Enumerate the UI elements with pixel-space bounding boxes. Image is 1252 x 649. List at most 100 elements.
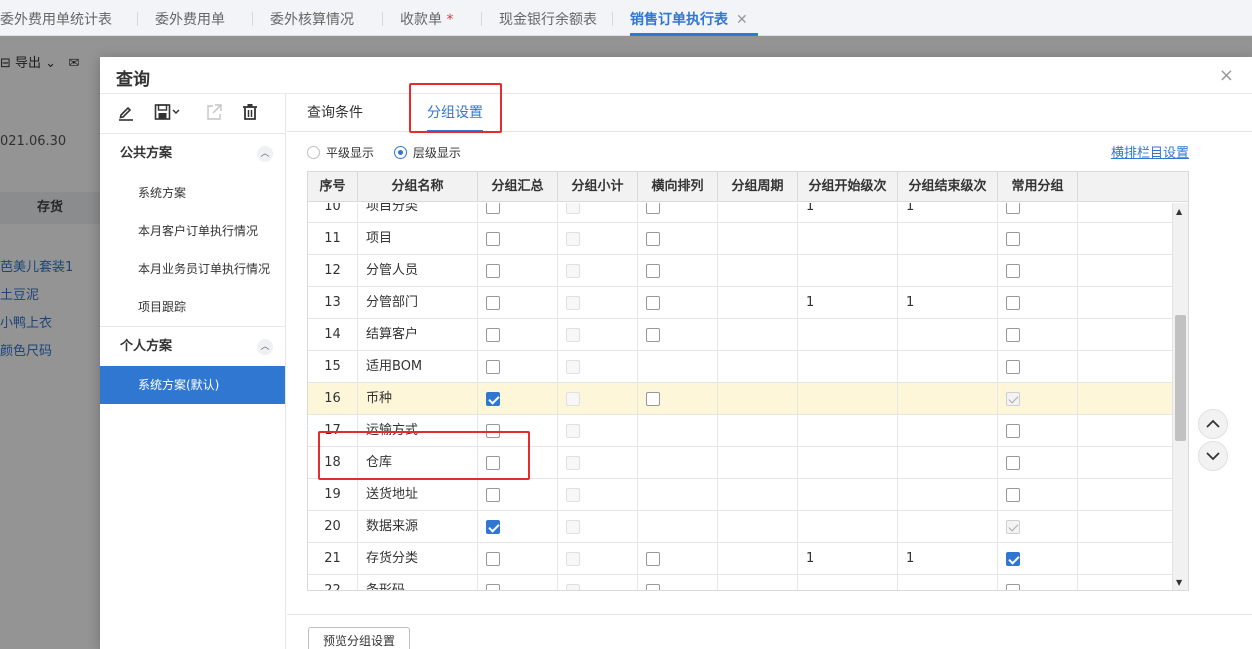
group-subtotal-checkbox-cell <box>558 447 638 479</box>
save-icon[interactable] <box>154 103 182 126</box>
horizontal-arrange-checkbox[interactable] <box>646 203 660 214</box>
group-end-level: 1 <box>906 295 915 310</box>
scroll-thumb[interactable] <box>1175 315 1186 441</box>
group-start-level-cell: 1 <box>798 203 898 223</box>
common-group-checkbox-cell <box>998 255 1078 287</box>
group-start-level-cell <box>798 511 898 543</box>
scheme-item[interactable]: 项目跟踪 <box>100 288 285 326</box>
common-group-checkbox-cell <box>998 319 1078 351</box>
table-row[interactable]: 12 分管人员 <box>308 255 1188 287</box>
group-sum-checkbox[interactable] <box>486 296 500 310</box>
table-row[interactable]: 20 数据来源 <box>308 511 1188 543</box>
scheme-item-default[interactable]: 系统方案(默认) <box>100 366 285 404</box>
table-row[interactable]: 19 送货地址 <box>308 479 1188 511</box>
collapse-chevron-icon[interactable]: ︿ <box>257 146 273 162</box>
common-group-checkbox[interactable] <box>1006 488 1020 502</box>
collapse-chevron-icon[interactable]: ︿ <box>257 339 273 355</box>
radio-flat[interactable] <box>307 146 320 159</box>
close-tab-icon[interactable]: ✕ <box>736 12 748 28</box>
common-group-checkbox[interactable] <box>1006 424 1020 438</box>
preview-group-settings-button[interactable]: 预览分组设置 <box>308 627 411 649</box>
share-icon[interactable] <box>206 103 222 126</box>
tab-outsourcing-accounting[interactable]: 委外核算情况 <box>252 0 354 36</box>
group-period-cell <box>718 255 798 287</box>
scroll-down-icon[interactable]: ▼ <box>1176 578 1182 587</box>
table-row[interactable]: 14 结算客户 <box>308 319 1188 351</box>
tab-outsourcing-fee-stats[interactable]: 委外费用单统计表 <box>0 0 112 36</box>
radio-level[interactable] <box>393 146 407 159</box>
group-sum-checkbox[interactable] <box>486 584 500 590</box>
group-subtotal-checkbox-cell <box>558 255 638 287</box>
header-cell: 分组名称 <box>358 172 478 202</box>
table-row[interactable]: 10 项目分类 1 1 <box>308 203 1188 223</box>
common-group-checkbox[interactable] <box>1006 360 1020 374</box>
group-sum-checkbox[interactable] <box>486 203 500 214</box>
group-end-level: 1 <box>906 551 915 566</box>
common-group-checkbox[interactable] <box>1006 328 1020 342</box>
group-start-level-cell <box>798 351 898 383</box>
tab-cash-bank-balance[interactable]: 现金银行余额表 <box>481 0 597 36</box>
group-sum-checkbox[interactable] <box>486 392 500 406</box>
horizontal-arrange-checkbox[interactable] <box>646 328 660 342</box>
scheme-item[interactable]: 本月客户订单执行情况 <box>100 212 285 250</box>
group-sum-checkbox[interactable] <box>486 328 500 342</box>
tab-query-conditions[interactable]: 查询条件 <box>307 94 363 132</box>
common-group-checkbox-cell <box>998 479 1078 511</box>
table-row[interactable]: 21 存货分类 1 1 <box>308 543 1188 575</box>
move-up-button[interactable] <box>1198 409 1228 439</box>
annotation-box <box>409 83 502 133</box>
group-period-cell <box>718 319 798 351</box>
row-number: 14 <box>324 327 341 342</box>
table-row[interactable]: 13 分管部门 1 1 <box>308 287 1188 319</box>
close-icon[interactable]: × <box>1219 65 1234 86</box>
horizontal-arrange-checkbox[interactable] <box>646 264 660 278</box>
horizontal-arrange-checkbox[interactable] <box>646 584 660 590</box>
horizontal-arrange-checkbox[interactable] <box>646 392 660 406</box>
group-start-level-cell <box>798 223 898 255</box>
delete-icon[interactable] <box>242 103 258 126</box>
vertical-scrollbar[interactable]: ▲ ▼ <box>1172 203 1188 590</box>
move-down-button[interactable] <box>1198 441 1228 471</box>
table-row[interactable]: 22 条形码 <box>308 575 1188 590</box>
tab-outsourcing-fee[interactable]: 委外费用单 <box>137 0 225 36</box>
scheme-item[interactable]: 本月业务员订单执行情况 <box>100 250 285 288</box>
horizontal-arrange-checkbox[interactable] <box>646 552 660 566</box>
table-row[interactable]: 11 项目 <box>308 223 1188 255</box>
group-start-level-cell <box>798 479 898 511</box>
group-subtotal-checkbox <box>566 392 580 406</box>
tab-receipt[interactable]: 收款单 * <box>382 0 453 36</box>
common-group-checkbox[interactable] <box>1006 456 1020 470</box>
scroll-up-icon[interactable]: ▲ <box>1176 207 1182 216</box>
common-group-checkbox[interactable] <box>1006 264 1020 278</box>
group-sum-checkbox[interactable] <box>486 552 500 566</box>
edit-icon[interactable] <box>118 103 134 126</box>
group-end-level-cell <box>898 223 998 255</box>
group-sum-checkbox[interactable] <box>486 488 500 502</box>
group-name: 项目分类 <box>366 203 419 214</box>
table-row[interactable]: 16 币种 <box>308 383 1188 415</box>
group-start-level: 1 <box>806 203 815 214</box>
horizontal-arrange-checkbox-cell <box>638 351 718 383</box>
common-group-checkbox[interactable] <box>1006 203 1020 214</box>
horizontal-arrange-checkbox[interactable] <box>646 296 660 310</box>
common-group-checkbox[interactable] <box>1006 296 1020 310</box>
group-subtotal-checkbox-cell <box>558 415 638 447</box>
horizontal-arrange-checkbox[interactable] <box>646 232 660 246</box>
scheme-toolbar <box>100 94 285 134</box>
common-group-checkbox[interactable] <box>1006 584 1020 590</box>
annotation-box <box>318 431 530 480</box>
column-settings-link[interactable]: 横排栏目设置 <box>1111 142 1189 161</box>
tab-sales-order-execution[interactable]: 销售订单执行表 ✕ <box>612 0 758 36</box>
personal-schemes-group[interactable]: 个人方案 ︿ <box>100 326 285 366</box>
public-schemes-group[interactable]: 公共方案 ︿ <box>100 134 285 174</box>
group-period-cell <box>718 223 798 255</box>
group-sum-checkbox[interactable] <box>486 264 500 278</box>
group-sum-checkbox[interactable] <box>486 520 500 534</box>
group-sum-checkbox[interactable] <box>486 360 500 374</box>
common-group-checkbox[interactable] <box>1006 552 1020 566</box>
table-row[interactable]: 15 适用BOM <box>308 351 1188 383</box>
common-group-checkbox-cell <box>998 203 1078 223</box>
group-sum-checkbox[interactable] <box>486 232 500 246</box>
scheme-item[interactable]: 系统方案 <box>100 174 285 212</box>
common-group-checkbox[interactable] <box>1006 232 1020 246</box>
